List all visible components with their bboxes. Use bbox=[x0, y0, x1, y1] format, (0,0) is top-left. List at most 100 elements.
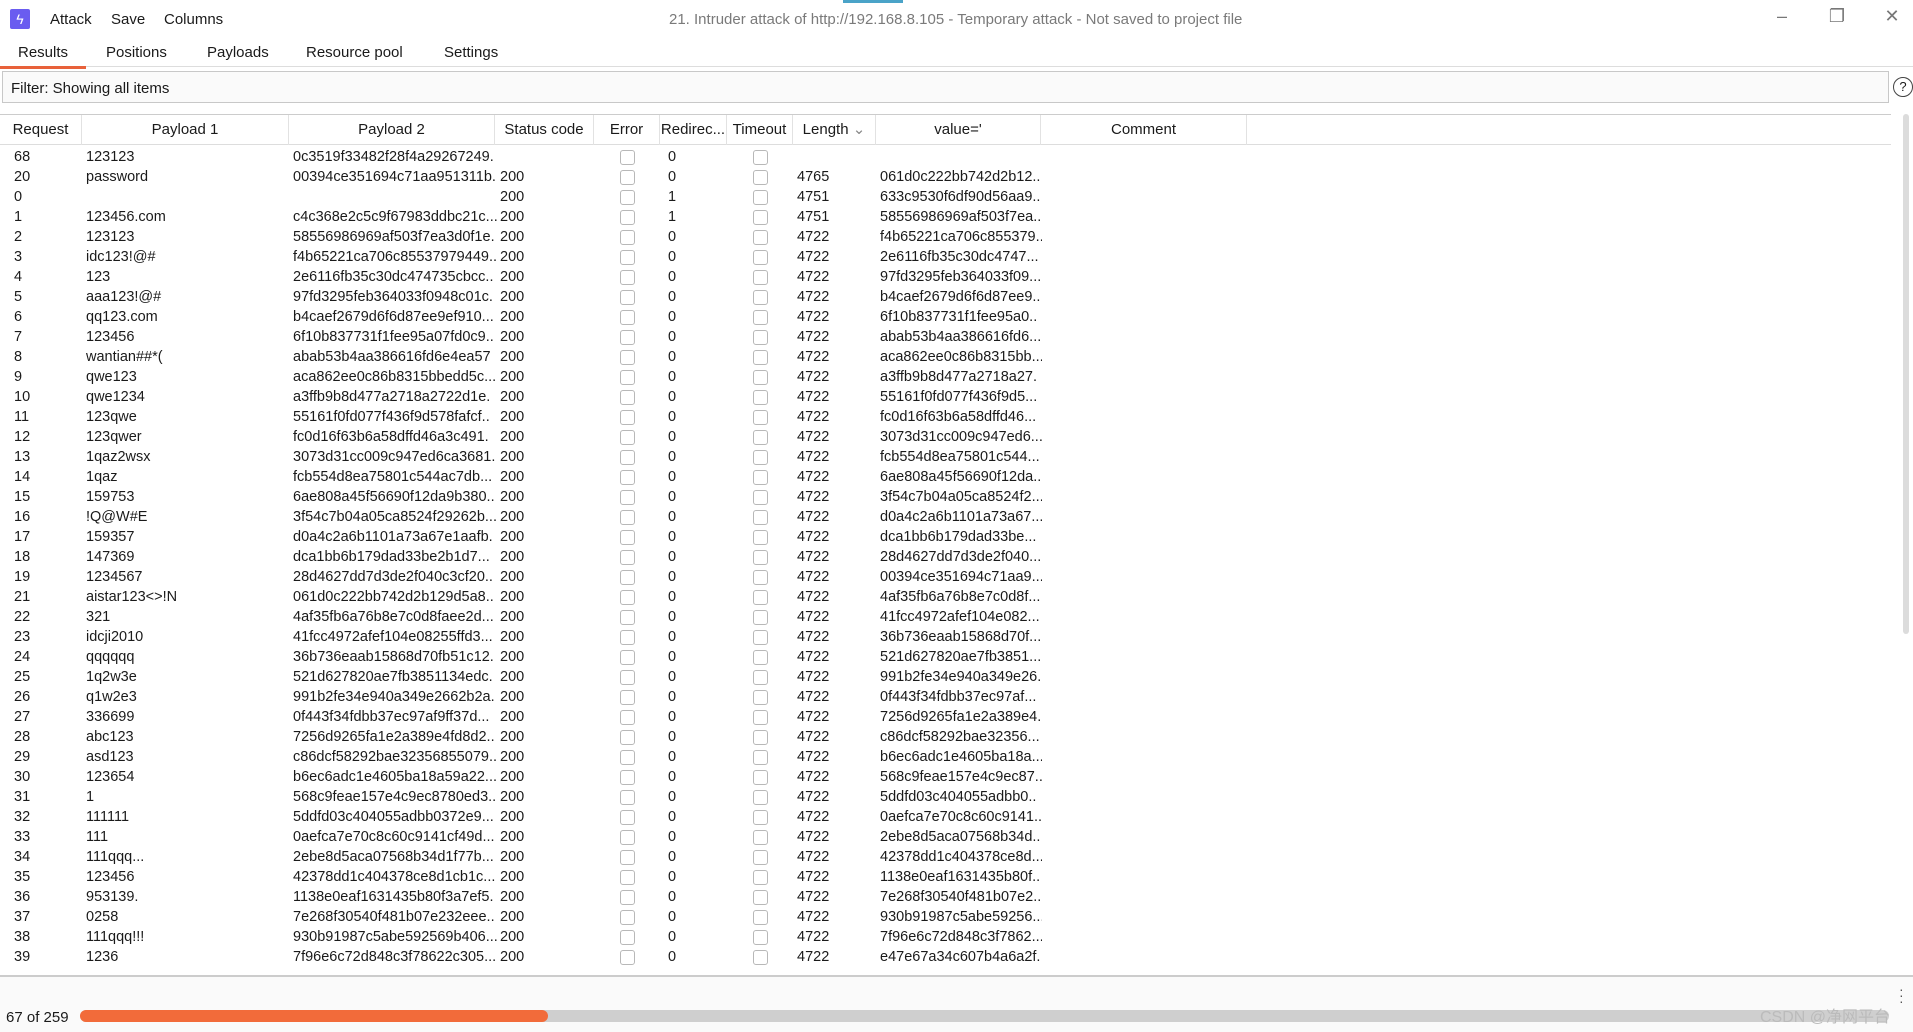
table-row[interactable]: 4 123 2e6116fb35c30dc474735cbcc.. 200 0 4722 9… bbox=[0, 267, 1891, 287]
table-row[interactable]: 32 111111 5ddfd03c404055adbb0372e9... 200 0 4… bbox=[0, 807, 1891, 827]
cell-payload2: 0aefca7e70c8c60c9141cf49d... bbox=[293, 829, 495, 845]
help-icon[interactable]: ? bbox=[1893, 77, 1913, 97]
column-header-6[interactable]: Timeout bbox=[727, 115, 793, 145]
tab-settings[interactable]: Settings bbox=[444, 44, 498, 61]
cell-value: a3ffb9b8d477a2718a27. bbox=[880, 369, 1037, 385]
table-row[interactable]: 12 123qwer fc0d16f63b6a58dffd46a3c491. 200 0… bbox=[0, 427, 1891, 447]
table-row[interactable]: 28 abc123 7256d9265fa1e2a389e4fd8d2.. 200 0 4… bbox=[0, 727, 1891, 747]
table-row[interactable]: 6 qq123.com b4caef2679d6f6d87ee9ef910... 20… bbox=[0, 307, 1891, 327]
cell-payload2: 6f10b837731f1fee95a07fd0c9.. bbox=[293, 329, 494, 345]
cell-value: aca862ee0c86b8315bb... bbox=[880, 349, 1042, 365]
table-row[interactable]: 3 idc123!@# f4b65221ca706c85537979449.. 200… bbox=[0, 247, 1891, 267]
table-row[interactable]: 36 953139. 1138e0eaf1631435b80f3a7ef5. 200 0… bbox=[0, 887, 1891, 907]
column-header-0[interactable]: Request bbox=[0, 115, 82, 145]
tab-results[interactable]: Results bbox=[0, 44, 87, 69]
table-row[interactable]: 18 147369 dca1bb6b179dad33be2b1d7... 200 0 47… bbox=[0, 547, 1891, 567]
table-row[interactable]: 24 qqqqqq 36b736eaab15868d70fb51c12. 200 0 47… bbox=[0, 647, 1891, 667]
timeout-checkbox bbox=[753, 650, 768, 665]
menu-save[interactable]: Save bbox=[111, 11, 145, 28]
table-row[interactable]: 30 123654 b6ec6adc1e4605ba18a59a22... 200 0 4… bbox=[0, 767, 1891, 787]
table-row[interactable]: 23 idcji2010 41fcc4972afef104e08255ffd3...… bbox=[0, 627, 1891, 647]
cell-redirect: 0 bbox=[668, 569, 677, 585]
table-row[interactable]: 5 aaa123!@# 97fd3295feb364033f0948c01c. 200… bbox=[0, 287, 1891, 307]
column-header-2[interactable]: Payload 2 bbox=[289, 115, 495, 145]
table-row[interactable]: 26 q1w2e3 991b2fe34e940a349e2662b2a. 200 0 47… bbox=[0, 687, 1891, 707]
table-row[interactable]: 35 123456 42378dd1c404378ce8d1cb1c... 200 0 4… bbox=[0, 867, 1891, 887]
table-row[interactable]: 10 qwe1234 a3ffb9b8d477a2718a2722d1e. 200 0 4… bbox=[0, 387, 1891, 407]
tab-resource-pool[interactable]: Resource pool bbox=[306, 44, 403, 61]
table-row[interactable]: 2 123123 58556986969af503f7ea3d0f1e. 200 0 47… bbox=[0, 227, 1891, 247]
cell-value: e47e67a34c607b4a6a2f. bbox=[880, 949, 1041, 965]
table-row[interactable]: 7 123456 6f10b837731f1fee95a07fd0c9.. 200 0 4… bbox=[0, 327, 1891, 347]
menu-columns[interactable]: Columns bbox=[164, 11, 223, 28]
filter-bar[interactable]: Filter: Showing all items bbox=[2, 71, 1889, 103]
error-checkbox bbox=[620, 410, 635, 425]
table-row[interactable]: 1 123456.com c4c368e2c5c9f67983ddbc21c... 2… bbox=[0, 207, 1891, 227]
cell-status: 200 bbox=[500, 789, 525, 805]
column-header-1[interactable]: Payload 1 bbox=[82, 115, 289, 145]
column-header-5[interactable]: Redirec... bbox=[660, 115, 727, 145]
tab-payloads[interactable]: Payloads bbox=[207, 44, 269, 61]
cell-payload1: password bbox=[86, 169, 149, 185]
cell-status: 200 bbox=[500, 889, 525, 905]
timeout-checkbox bbox=[753, 810, 768, 825]
cell-payload2: d0a4c2a6b1101a73a67e1aafb. bbox=[293, 529, 493, 545]
table-row[interactable]: 25 1q2w3e 521d627820ae7fb3851134edc. 200 0 47… bbox=[0, 667, 1891, 687]
table-row[interactable]: 15 159753 6ae808a45f56690f12da9b380.. 200 0 4… bbox=[0, 487, 1891, 507]
column-header-3[interactable]: Status code bbox=[495, 115, 594, 145]
column-header-9[interactable]: Comment bbox=[1041, 115, 1247, 145]
table-row[interactable]: 20 password 00394ce351694c71aa951311b. 200 0… bbox=[0, 167, 1891, 187]
table-row[interactable]: 19 1234567 28d4627dd7d3de2f040c3cf20.. 200 0… bbox=[0, 567, 1891, 587]
restore-icon[interactable]: ❐ bbox=[1822, 6, 1852, 27]
cell-payload1: 123 bbox=[86, 269, 111, 285]
cell-redirect: 0 bbox=[668, 789, 677, 805]
timeout-checkbox bbox=[753, 230, 768, 245]
tab-positions[interactable]: Positions bbox=[106, 44, 167, 61]
timeout-checkbox bbox=[753, 750, 768, 765]
table-row[interactable]: 11 123qwe 55161f0fd077f436f9d578fafcf.. 200… bbox=[0, 407, 1891, 427]
cell-value: 0aefca7e70c8c60c9141... bbox=[880, 809, 1042, 825]
column-header-7[interactable]: Length ⌄ bbox=[793, 115, 876, 145]
more-options-icon[interactable]: · · · bbox=[1899, 982, 1904, 1008]
cell-status bbox=[500, 147, 540, 167]
table-row[interactable]: 22 321 4af35fb6a76b8e7c0d8faee2d... 200 0 472… bbox=[0, 607, 1891, 627]
cell-redirect: 0 bbox=[668, 169, 677, 185]
cell-status: 200 bbox=[500, 269, 525, 285]
error-checkbox bbox=[620, 870, 635, 885]
table-row[interactable]: 31 1 568c9feae157e4c9ec8780ed3.. 200 0 4722 5d… bbox=[0, 787, 1891, 807]
table-row[interactable]: 0 200 1 4751 633c9530f6df90d56aa9.. bbox=[0, 187, 1891, 207]
table-row[interactable]: 68 123123 0c3519f33482f28f4a29267249. 0 bbox=[0, 147, 1891, 167]
close-icon[interactable]: ✕ bbox=[1877, 6, 1907, 27]
cell-status: 200 bbox=[500, 289, 525, 305]
column-header-4[interactable]: Error bbox=[594, 115, 660, 145]
vertical-scrollbar[interactable] bbox=[1903, 114, 1909, 634]
sort-chevron-down-icon[interactable]: ⌄ bbox=[849, 121, 866, 138]
table-row[interactable]: 34 111qqq... 2ebe8d5aca07568b34d1f77b... 20… bbox=[0, 847, 1891, 867]
table-row[interactable]: 37 0258 7e268f30540f481b07e232eee.. 200 0 472… bbox=[0, 907, 1891, 927]
table-row[interactable]: 29 asd123 c86dcf58292bae32356855079.. 200 0 4… bbox=[0, 747, 1891, 767]
table-row[interactable]: 38 111qqq!!! 930b91987c5abe592569b406... 20… bbox=[0, 927, 1891, 947]
cell-status: 200 bbox=[500, 389, 525, 405]
timeout-checkbox bbox=[753, 590, 768, 605]
table-row[interactable]: 13 1qaz2wsx 3073d31cc009c947ed6ca3681. 200 0… bbox=[0, 447, 1891, 467]
table-row[interactable]: 14 1qaz fcb554d8ea75801c544ac7db... 200 0 472… bbox=[0, 467, 1891, 487]
error-checkbox bbox=[620, 190, 635, 205]
cell-request: 9 bbox=[14, 369, 23, 385]
table-row[interactable]: 16 !Q@W#E 3f54c7b04a05ca8524f29262b... 200 0… bbox=[0, 507, 1891, 527]
table-row[interactable]: 8 wantian##*(abab53b4aa386616fd6e4ea57 200… bbox=[0, 347, 1891, 367]
cell-status: 200 bbox=[500, 249, 525, 265]
table-row[interactable]: 17 159357 d0a4c2a6b1101a73a67e1aafb. 200 0 47… bbox=[0, 527, 1891, 547]
table-row[interactable]: 33 111 0aefca7e70c8c60c9141cf49d... 200 0 472… bbox=[0, 827, 1891, 847]
column-header-8[interactable]: value=' bbox=[876, 115, 1041, 145]
cell-value: 7256d9265fa1e2a389e4. bbox=[880, 709, 1042, 725]
table-row[interactable]: 39 1236 7f96e6c72d848c3f78622c305... 200 0 47… bbox=[0, 947, 1891, 967]
error-checkbox bbox=[620, 670, 635, 685]
table-row[interactable]: 27 336699 0f443f34fdbb37ec97af9ff37d... 200… bbox=[0, 707, 1891, 727]
cell-value: 633c9530f6df90d56aa9.. bbox=[880, 189, 1041, 205]
timeout-checkbox bbox=[753, 790, 768, 805]
table-row[interactable]: 21 aistar123<>!N 061d0c222bb742d2b129d5a8.… bbox=[0, 587, 1891, 607]
table-row[interactable]: 9 qwe123 aca862ee0c86b8315bbedd5c... 200 0 47… bbox=[0, 367, 1891, 387]
menu-attack[interactable]: Attack bbox=[50, 11, 92, 28]
cell-status: 200 bbox=[500, 349, 525, 365]
minimize-icon[interactable]: – bbox=[1767, 6, 1797, 27]
